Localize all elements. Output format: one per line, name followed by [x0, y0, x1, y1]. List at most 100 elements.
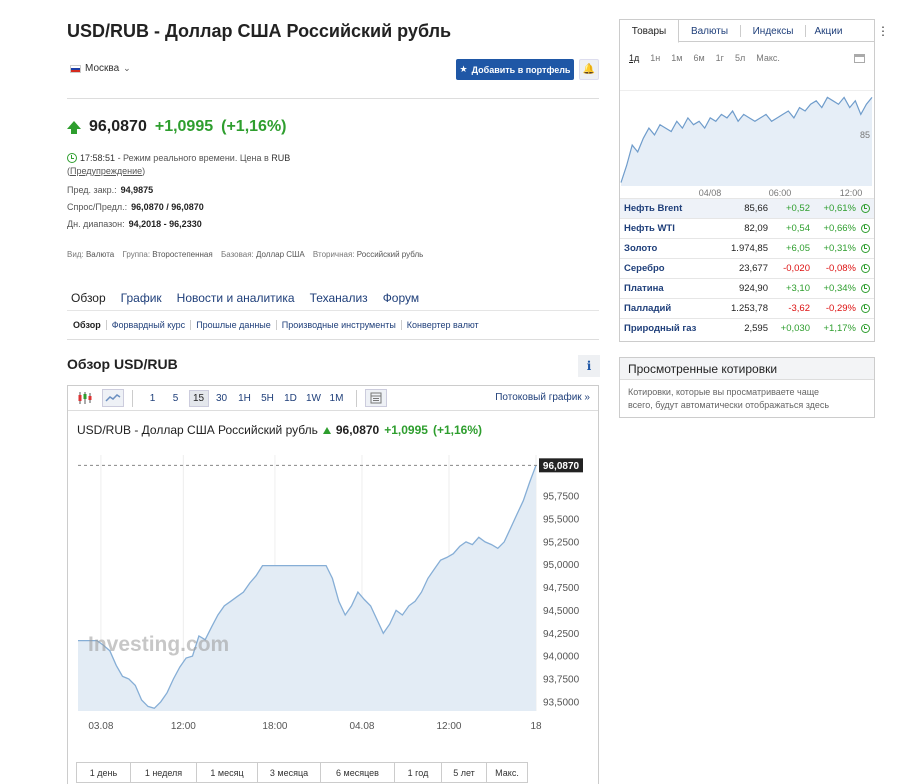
viewed-quotes-text: Котировки, которые вы просматриваете чащ… [620, 380, 874, 418]
tab-currencies[interactable]: Валюты [679, 20, 740, 42]
mini-interval-5y[interactable]: 5л [735, 53, 745, 63]
area-chart-icon[interactable] [102, 389, 124, 407]
commodity-change: +6,05 [785, 243, 810, 254]
secondary-value: Российский рубль [356, 250, 424, 259]
price-area-chart[interactable]: 03.08 12:00 18:00 04.08 12:00 18 Investing.com… [68, 441, 598, 751]
subtab-converter[interactable]: Конвертер валют [400, 320, 484, 330]
mini-interval-6m[interactable]: 6м [693, 53, 704, 63]
x-tick-label: 04.08 [349, 721, 374, 732]
interval-1w[interactable]: 1W [304, 390, 324, 407]
alert-bell-button[interactable]: 🔔 [579, 59, 599, 80]
interval-5[interactable]: 5 [166, 390, 186, 407]
candlestick-icon[interactable] [74, 389, 96, 407]
realtime-clock-icon [856, 219, 874, 239]
range-6-months[interactable]: 6 месяцев [320, 762, 395, 783]
range-1-month[interactable]: 1 месяц [196, 762, 258, 783]
x-tick-label: 12:00 [436, 721, 461, 732]
y-tick-label: 95,2500 [543, 537, 580, 548]
subtab-forward[interactable]: Форвардный курс [105, 320, 191, 330]
interval-15[interactable]: 15 [188, 389, 209, 407]
commodity-row[interactable]: Нефть WTI 82,09 +0,54 +0,66% [620, 218, 874, 239]
range-5-years[interactable]: 5 лет [441, 762, 487, 783]
commodity-name[interactable]: Серебро [620, 259, 712, 279]
x-tick-label: 18 [530, 721, 542, 732]
add-to-portfolio-button[interactable]: ★ Добавить в портфель [456, 59, 574, 80]
interval-30[interactable]: 30 [212, 390, 232, 407]
mini-chart-intervals: 1д 1н 1м 6м 1г 5л Макс. [629, 53, 780, 63]
location-selector[interactable]: Москва ⌄ [70, 63, 131, 74]
info-icon[interactable]: i [578, 355, 600, 377]
commodity-change: -0,020 [783, 263, 810, 274]
commodity-row[interactable]: Палладий 1.253,78 -3,62 -0,29% [620, 298, 874, 319]
tab-indices[interactable]: Индексы [741, 20, 805, 42]
commodity-name[interactable]: Нефть Brent [620, 199, 712, 219]
tab-stocks[interactable]: Акции [806, 20, 851, 42]
viewed-text-line2: всего, будут автоматически отображаться … [628, 400, 830, 410]
commodity-name[interactable]: Палладий [620, 299, 712, 319]
tab-news[interactable]: Новости и аналитика [177, 291, 295, 305]
tab-commodities[interactable]: Товары [620, 20, 679, 43]
interval-1m[interactable]: 1M [327, 390, 347, 407]
bell-icon: 🔔 [582, 64, 596, 75]
commodity-row[interactable]: Природный газ 2,595 +0,030 +1,17% [620, 318, 874, 339]
day-range-label: Дн. диапазон: [67, 219, 125, 229]
mini-chart[interactable]: 85 04/08 06:00 12:00 [620, 90, 874, 198]
tab-technical[interactable]: Теханализ [310, 291, 368, 305]
realtime-text: - Режим реального времени. [117, 153, 238, 163]
mini-x-label: 12:00 [840, 188, 863, 198]
interval-5h[interactable]: 5H [258, 390, 278, 407]
commodity-change-pct: +0,31% [823, 243, 857, 254]
mini-interval-1d[interactable]: 1д [629, 53, 639, 63]
currency-code: RUB [271, 153, 291, 163]
y-tick-label: 95,5000 [543, 515, 580, 526]
subtab-history[interactable]: Прошлые данные [190, 320, 276, 330]
range-1-week[interactable]: 1 неделя [130, 762, 197, 783]
tab-overview[interactable]: Обзор [71, 291, 106, 305]
more-options-icon[interactable]: ⋮ [877, 24, 889, 38]
range-max[interactable]: Макс. [486, 762, 528, 783]
add-to-portfolio-label: Добавить в портфель [471, 64, 571, 75]
currency-text: Цена в [239, 153, 269, 163]
interval-1d[interactable]: 1D [281, 390, 301, 407]
commodity-name[interactable]: Нефть WTI [620, 219, 712, 239]
y-tick-label: 94,0000 [543, 652, 580, 663]
base-label: Базовая: [220, 250, 254, 259]
commodity-change: +0,54 [785, 223, 810, 234]
commodity-row[interactable]: Серебро 23,677 -0,020 -0,08% [620, 258, 874, 279]
settings-panel-icon[interactable] [365, 389, 387, 407]
mini-interval-max[interactable]: Макс. [756, 53, 780, 63]
expand-icon[interactable] [854, 54, 865, 63]
commodity-row[interactable]: Золото 1.974,85 +6,05 +0,31% [620, 238, 874, 259]
range-3-months[interactable]: 3 месяца [257, 762, 321, 783]
chart-change-pct: (+1,16%) [432, 423, 482, 437]
subtab-overview[interactable]: Обзор [73, 320, 106, 330]
commodity-name[interactable]: Природный газ [620, 319, 712, 339]
commodity-row[interactable]: Нефть Brent 85,66 +0,52 +0,61% [620, 198, 874, 219]
range-1-year[interactable]: 1 год [394, 762, 442, 783]
commodity-name[interactable]: Платина [620, 279, 712, 299]
disclaimer-link[interactable]: Предупреждение [70, 166, 142, 176]
x-tick-label: 18:00 [262, 721, 287, 732]
commodity-name[interactable]: Золото [620, 239, 712, 259]
viewed-text-line1: Котировки, которые вы просматриваете чащ… [628, 387, 820, 397]
mini-interval-1m[interactable]: 1м [671, 53, 682, 63]
y-tick-label: 95,0000 [543, 560, 580, 571]
chart-header: USD/RUB - Доллар США Российский рубль 96… [77, 423, 482, 437]
commodity-value: 82,09 [744, 223, 768, 234]
interval-1h[interactable]: 1H [235, 390, 255, 407]
markets-widget: Товары Валюты Индексы Акции ⋮ 1д 1н 1м 6… [619, 19, 889, 342]
mini-interval-1w[interactable]: 1н [650, 53, 660, 63]
range-1-day[interactable]: 1 день [76, 762, 131, 783]
last-price: 96,0870 [89, 118, 147, 135]
streaming-chart-link[interactable]: Потоковый график » [495, 392, 590, 403]
commodity-change-pct: -0,29% [825, 303, 856, 314]
tab-chart[interactable]: График [121, 291, 162, 305]
subtab-derivatives[interactable]: Производные инструменты [275, 320, 401, 330]
type-label: Вид: [67, 250, 84, 259]
commodity-row[interactable]: Платина 924,90 +3,10 +0,34% [620, 278, 874, 299]
interval-1[interactable]: 1 [143, 390, 163, 407]
mini-interval-1y[interactable]: 1г [716, 53, 724, 63]
tab-forum[interactable]: Форум [383, 291, 419, 305]
prev-close-row: Пред. закр.: 94,9875 [67, 185, 153, 195]
chart-change: +1,0995 [384, 423, 428, 437]
